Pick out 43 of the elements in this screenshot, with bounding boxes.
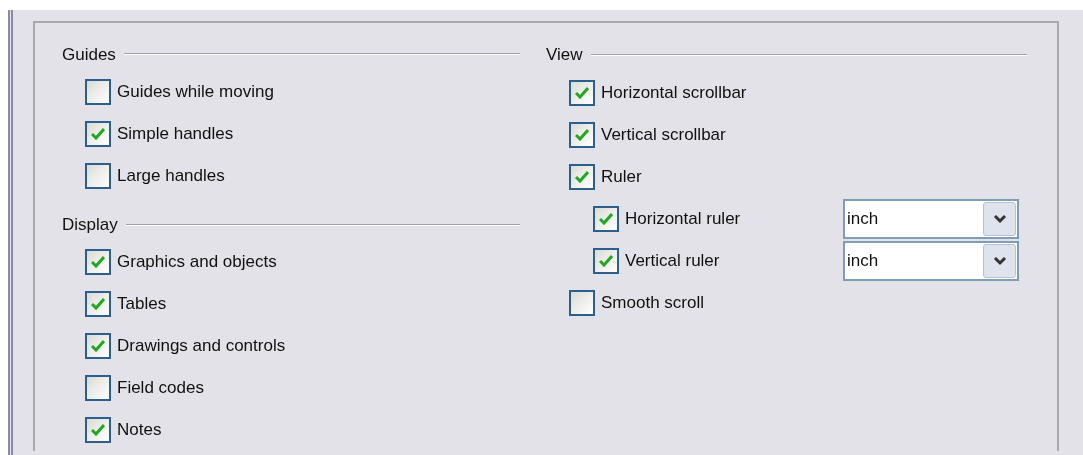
checkbox-label[interactable]: Simple handles: [117, 120, 234, 147]
checkbox[interactable]: [85, 120, 111, 147]
checkmark-icon: [575, 129, 589, 141]
checkbox[interactable]: [569, 122, 595, 148]
checkbox-label[interactable]: Horizontal scrollbar: [601, 80, 747, 106]
checkbox-label[interactable]: Vertical scrollbar: [601, 122, 726, 148]
checkmark-icon: [599, 255, 613, 267]
checkmark-icon: [599, 213, 613, 225]
unit-dropdown[interactable]: inch: [843, 241, 1019, 281]
checkbox[interactable]: [569, 290, 595, 316]
checkbox-label[interactable]: Guides while moving: [117, 78, 274, 105]
group-heading: View: [546, 44, 583, 67]
checkmark-icon: [91, 340, 105, 352]
checkbox[interactable]: [85, 249, 111, 275]
group-heading: Guides: [62, 43, 116, 66]
checkmark-icon: [91, 298, 105, 310]
unit-dropdown[interactable]: inch: [843, 199, 1019, 239]
checkbox-label[interactable]: Field codes: [117, 375, 204, 401]
checkmark-icon: [91, 424, 105, 436]
checkbox[interactable]: [85, 78, 111, 105]
checkbox-label[interactable]: Notes: [117, 417, 162, 443]
checkbox[interactable]: [569, 80, 595, 106]
group-heading: Display: [62, 214, 118, 236]
checkbox[interactable]: [569, 164, 595, 190]
checkbox[interactable]: [85, 291, 111, 317]
checkbox-label[interactable]: Horizontal ruler: [625, 206, 741, 232]
checkmark-icon: [575, 87, 589, 99]
checkbox[interactable]: [85, 162, 111, 189]
checkbox-label[interactable]: Graphics and objects: [117, 249, 277, 275]
checkbox-label[interactable]: Vertical ruler: [625, 248, 720, 274]
checkbox-label[interactable]: Smooth scroll: [601, 290, 704, 316]
checkbox-label[interactable]: Tables: [117, 291, 167, 317]
checkbox[interactable]: [85, 333, 111, 359]
checkbox[interactable]: [593, 248, 619, 274]
checkbox[interactable]: [593, 206, 619, 232]
checkmark-icon: [91, 256, 105, 268]
checkbox[interactable]: [85, 417, 111, 443]
checkmark-icon: [575, 171, 589, 183]
checkbox-label[interactable]: Ruler: [601, 164, 642, 190]
checkbox-label[interactable]: Drawings and controls: [117, 333, 286, 359]
checkbox[interactable]: [85, 375, 111, 401]
checkbox-label[interactable]: Large handles: [117, 162, 225, 189]
checkmark-icon: [91, 127, 105, 140]
